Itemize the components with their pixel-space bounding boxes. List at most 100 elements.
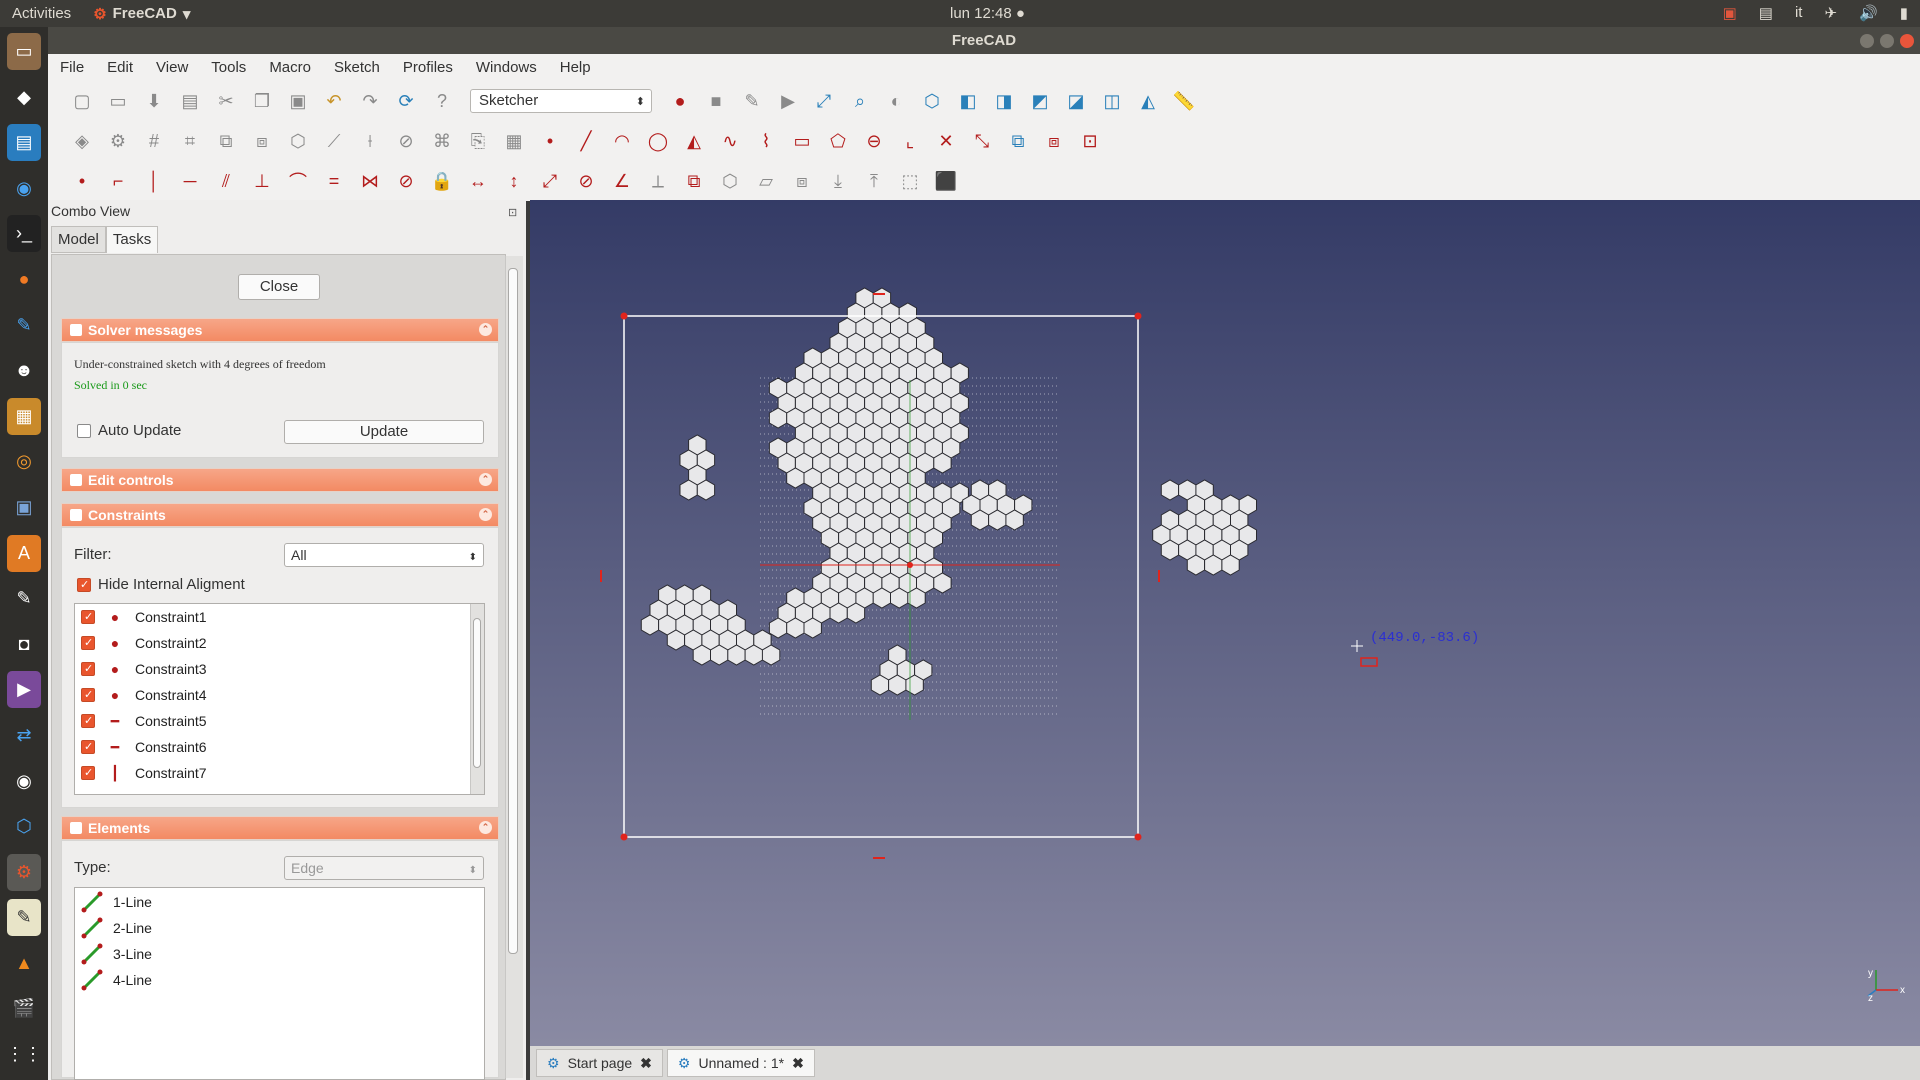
menu-file[interactable]: File — [48, 59, 95, 76]
constrain-symmetric-icon[interactable]: ⋈ — [352, 165, 388, 197]
front-view-icon[interactable]: ◧ — [950, 85, 986, 117]
sketch-close-shape-icon[interactable]: ⊘ — [388, 125, 424, 157]
vertex-point[interactable] — [620, 833, 628, 841]
constrain-angle-icon[interactable]: ∠ — [604, 165, 640, 197]
list-item[interactable]: 4-Line — [81, 967, 152, 993]
hexagon-shape[interactable] — [870, 674, 890, 696]
hexagon-shape[interactable] — [1186, 554, 1206, 576]
sketch-merge-icon[interactable]: ⧉ — [208, 125, 244, 157]
pencil-app-icon[interactable]: ✎ — [7, 307, 41, 344]
list-item[interactable]: 1-Line — [81, 889, 152, 915]
hexagon-shape[interactable] — [988, 509, 1007, 531]
constraint-checkbox[interactable] — [81, 636, 95, 650]
hexagon-shape[interactable] — [890, 587, 909, 609]
sketch-align-icon[interactable]: ⟋ — [316, 125, 352, 157]
list-item[interactable]: ● Constraint3 — [75, 656, 207, 682]
panel-float-icon[interactable]: ⊡ — [508, 206, 517, 219]
redo-icon[interactable]: ↷ — [352, 85, 388, 117]
elements-list[interactable]: 1-Line 2-Line 3-Line 4-Line — [74, 887, 485, 1080]
menu-view[interactable]: View — [144, 59, 199, 76]
software-center-icon[interactable]: A — [7, 534, 41, 572]
hexagon-shape[interactable] — [905, 674, 924, 696]
close-window-button[interactable] — [1900, 34, 1914, 48]
bspline-degree-icon[interactable]: ⬡ — [712, 165, 748, 197]
maximize-button[interactable] — [1880, 34, 1894, 48]
language-indicator[interactable]: it — [1795, 4, 1803, 22]
constraint-checkbox[interactable] — [81, 714, 95, 728]
trim-icon[interactable]: ✕ — [928, 125, 964, 157]
right-view-icon[interactable]: ◩ — [1022, 85, 1058, 117]
list-item[interactable]: ● Constraint4 — [75, 682, 207, 708]
hexagon-shape[interactable] — [1160, 479, 1180, 501]
scanner-icon[interactable]: ▣ — [7, 489, 41, 526]
gimp-icon[interactable]: ☻ — [7, 352, 41, 389]
hexagon-shape[interactable] — [727, 644, 746, 666]
solver-messages-header[interactable]: Solver messages ⌃ — [61, 318, 499, 342]
hexagon-shape[interactable] — [761, 644, 781, 666]
list-item[interactable]: ● Constraint2 — [75, 630, 207, 656]
bspline-polygon-icon[interactable]: ▱ — [748, 165, 784, 197]
hide-internal-checkbox[interactable] — [77, 578, 91, 592]
constrain-snell-icon[interactable]: ⟂ — [640, 165, 676, 197]
list-item[interactable]: ● Constraint1 — [75, 604, 207, 630]
filter-select[interactable]: All ⬍ — [284, 543, 484, 567]
hexagon-shape[interactable] — [768, 407, 788, 429]
close-sketch-button[interactable]: Close — [238, 274, 320, 300]
rectangle-icon[interactable]: ▭ — [784, 125, 820, 157]
macro-stop-icon[interactable]: ■ — [698, 85, 734, 117]
bspline-comb-icon[interactable]: ⧈ — [784, 165, 820, 197]
terminal-icon[interactable]: ›_ — [7, 215, 41, 253]
settings-icon[interactable]: ✎ — [7, 580, 41, 617]
hexagon-shape[interactable] — [696, 479, 716, 501]
workbench-selector[interactable]: Sketcher — [470, 89, 652, 113]
menu-macro[interactable]: Macro — [257, 59, 322, 76]
list-item[interactable]: 3-Line — [81, 941, 152, 967]
freecad-dock-icon[interactable]: ⚙ — [7, 853, 41, 891]
hexagon-shape[interactable] — [666, 629, 686, 651]
constrain-block-icon[interactable]: ⊘ — [388, 165, 424, 197]
media-icon[interactable]: ▶ — [7, 671, 41, 709]
cut-icon[interactable]: ✂ — [208, 85, 244, 117]
sketch-array-icon[interactable]: ▦ — [496, 125, 532, 157]
hexagon-shape[interactable] — [1005, 509, 1024, 531]
clipboard-icon[interactable]: ▤ — [1759, 4, 1773, 22]
macro-edit-icon[interactable]: ✎ — [734, 85, 770, 117]
collapse-icon[interactable]: ⌃ — [479, 473, 492, 486]
bspline-icon[interactable]: ∿ — [712, 125, 748, 157]
list-item[interactable]: ┃ Constraint7 — [75, 760, 207, 786]
writer-icon[interactable]: ▤ — [7, 124, 41, 162]
constrain-horizontal-icon[interactable]: ─ — [172, 165, 208, 197]
tab-tasks[interactable]: Tasks — [105, 226, 159, 253]
constraints-header[interactable]: Constraints ⌃ — [61, 503, 499, 527]
hexagon-shape[interactable] — [640, 614, 660, 636]
bspline-convert-icon[interactable]: ⤒ — [856, 165, 892, 197]
constrain-lock-icon[interactable]: 🔒 — [424, 165, 460, 197]
chromium-icon[interactable]: ◉ — [7, 170, 41, 207]
bspline-decrease-icon[interactable]: ⬛ — [928, 165, 964, 197]
construction-mode-icon[interactable]: ⊡ — [1072, 125, 1108, 157]
collapse-icon[interactable]: ⌃ — [479, 508, 492, 521]
undo-icon[interactable]: ↶ — [316, 85, 352, 117]
constrain-distance-icon[interactable]: ⤢ — [532, 165, 568, 197]
sketch-connect-icon[interactable]: ⌘ — [424, 125, 460, 157]
activities-button[interactable]: Activities — [12, 5, 71, 22]
constraints-list[interactable]: ● Constraint1 ● Constraint2 ● Constraint3 ●… — [74, 603, 485, 795]
hexagon-shape[interactable] — [1160, 539, 1180, 561]
menu-edit[interactable]: Edit — [95, 59, 144, 76]
tab-model[interactable]: Model — [51, 226, 106, 253]
vertex-point[interactable] — [620, 312, 628, 320]
fit-selection-icon[interactable]: ⌕ — [842, 85, 878, 117]
text-editor-icon[interactable]: ✎ — [7, 899, 41, 937]
open-file-icon[interactable]: ▭ — [100, 85, 136, 117]
update-button[interactable]: Update — [284, 420, 484, 444]
volume-icon[interactable]: 🔊 — [1859, 4, 1878, 22]
constrain-radius-icon[interactable]: ⊘ — [568, 165, 604, 197]
hexagon-shape[interactable] — [710, 644, 729, 666]
constrain-vertical-icon[interactable]: │ — [136, 165, 172, 197]
macro-record-icon[interactable]: ● — [662, 85, 698, 117]
video-editor-icon[interactable]: 🎬 — [7, 990, 41, 1027]
sketch-view-icon[interactable]: ◈ — [64, 125, 100, 157]
hexagon-shape[interactable] — [679, 479, 698, 501]
draw-style-icon[interactable]: ◐ — [878, 85, 914, 117]
menu-windows[interactable]: Windows — [464, 59, 548, 76]
